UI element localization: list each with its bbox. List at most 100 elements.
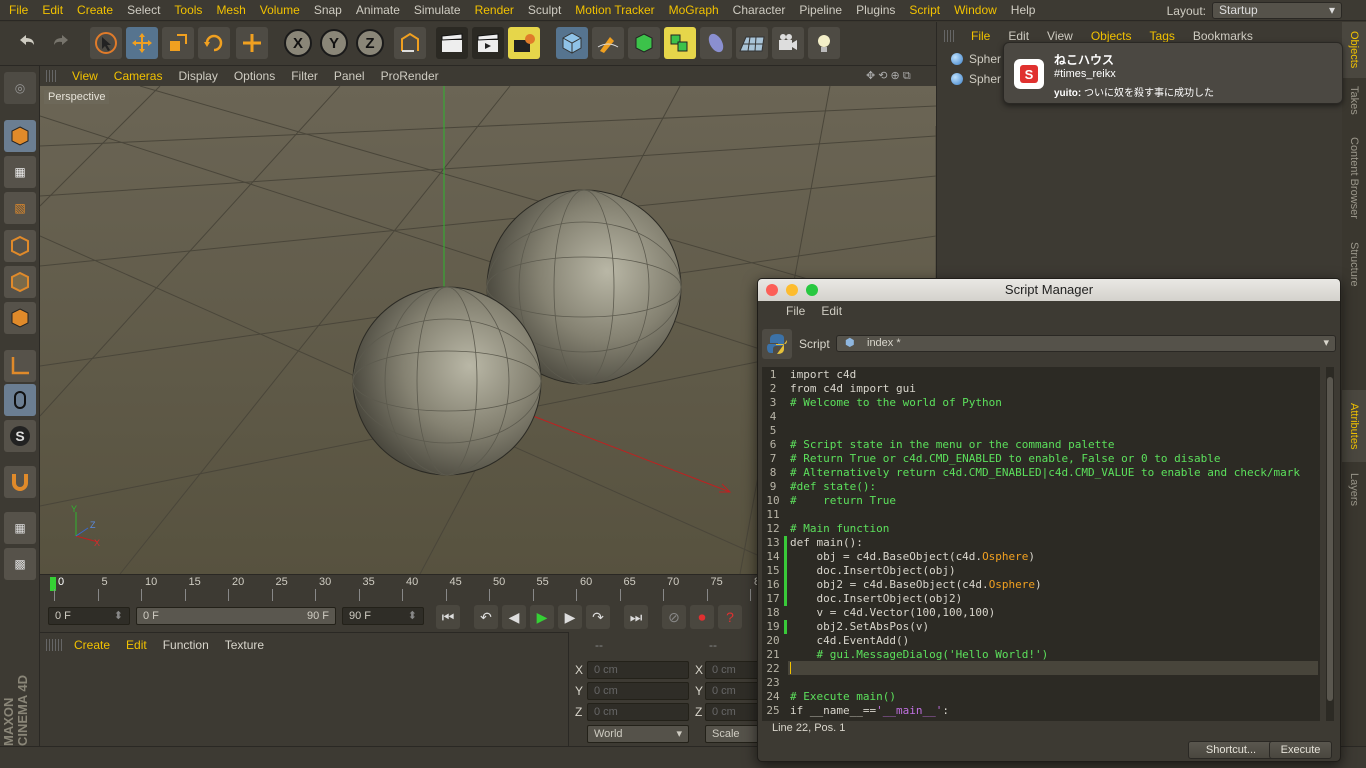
current-frame-field[interactable]: 0 F ⬍ <box>48 607 130 625</box>
prev-key-button[interactable]: ↶ <box>474 605 498 629</box>
timeline-ruler[interactable]: 05101520253035404550556065707580 <box>40 574 766 602</box>
polygons-mode-button[interactable] <box>4 302 36 334</box>
material-menu-texture[interactable]: Texture <box>217 638 272 652</box>
texture-mode-button[interactable]: ▦ <box>4 156 36 188</box>
objects-menu-tags[interactable]: Tags <box>1141 29 1184 43</box>
execute-button[interactable]: Execute <box>1269 741 1332 759</box>
undo-button[interactable] <box>10 27 42 59</box>
layout-select[interactable]: Startup ▾ <box>1212 2 1342 19</box>
goto-end-button[interactable]: ⏭ <box>624 605 648 629</box>
menu-script[interactable]: Script <box>902 0 947 21</box>
scrollbar-thumb[interactable] <box>1327 377 1333 701</box>
material-menu-function[interactable]: Function <box>155 638 217 652</box>
viewport-menu-prorender[interactable]: ProRender <box>373 69 447 83</box>
menu-render[interactable]: Render <box>468 0 521 21</box>
redo-button[interactable] <box>46 27 78 59</box>
script-manager-titlebar[interactable]: Script Manager <box>758 279 1340 301</box>
coord-system-select[interactable]: World ▾ <box>587 725 689 743</box>
render-picture-viewer-button[interactable] <box>472 27 504 59</box>
workplane-mode-button[interactable]: ▧ <box>4 192 36 224</box>
play-button[interactable]: ▶ <box>530 605 554 629</box>
coord-mode-select[interactable]: Scale <box>705 725 761 743</box>
workplane-align-button[interactable]: ▩ <box>4 548 36 580</box>
edges-mode-button[interactable] <box>4 266 36 298</box>
code-scrollbar[interactable] <box>1326 367 1334 721</box>
menu-edit[interactable]: Edit <box>35 0 70 21</box>
axis-mode-button[interactable] <box>4 350 36 382</box>
next-frame-button[interactable]: ▶ <box>558 605 582 629</box>
frame-range-slider[interactable]: 0 F 90 F <box>136 607 336 625</box>
make-editable-button[interactable]: ◎ <box>4 72 36 104</box>
goto-start-button[interactable]: ⏮ <box>436 605 460 629</box>
side-tab-objects[interactable]: Objects <box>1342 22 1366 78</box>
menu-window[interactable]: Window <box>947 0 1004 21</box>
menu-pipeline[interactable]: Pipeline <box>792 0 849 21</box>
menu-tools[interactable]: Tools <box>167 0 209 21</box>
keyframe-selection-button[interactable]: ? <box>718 605 742 629</box>
y-axis-button[interactable]: Y <box>320 29 348 57</box>
snap-button[interactable] <box>4 466 36 498</box>
cube-object-button[interactable] <box>556 27 588 59</box>
autokey-button[interactable]: ⏺ <box>690 605 714 629</box>
coord-position-field[interactable]: 0 cm <box>587 682 689 700</box>
object-row[interactable]: Spher <box>951 52 1001 66</box>
close-window-button[interactable] <box>766 284 778 296</box>
objects-menu-view[interactable]: View <box>1038 29 1082 43</box>
end-frame-field[interactable]: 90 F ⬍ <box>342 607 424 625</box>
viewport-menu-cameras[interactable]: Cameras <box>106 69 171 83</box>
coord-size-field[interactable]: 0 cm <box>705 682 761 700</box>
menu-help[interactable]: Help <box>1004 0 1043 21</box>
side-tab-takes[interactable]: Takes <box>1342 80 1366 120</box>
transform-tool-button[interactable] <box>236 27 268 59</box>
objects-menu-edit[interactable]: Edit <box>999 29 1038 43</box>
solo-button[interactable]: S <box>4 420 36 452</box>
side-tab-structure[interactable]: Structure <box>1342 236 1366 292</box>
workplane-lock-button[interactable]: ▦ <box>4 512 36 544</box>
move-tool-button[interactable] <box>126 27 158 59</box>
render-view-button[interactable] <box>436 27 468 59</box>
objects-menu-objects[interactable]: Objects <box>1082 29 1141 43</box>
script-menu-edit[interactable]: Edit <box>813 304 850 318</box>
prev-frame-button[interactable]: ◀ <box>502 605 526 629</box>
coordinate-system-button[interactable] <box>394 27 426 59</box>
deformer-button[interactable] <box>700 27 732 59</box>
material-menu-create[interactable]: Create <box>66 638 118 652</box>
select-tool-button[interactable] <box>90 27 122 59</box>
slack-notification[interactable]: S ねこハウス #times_reikx yuito: ついに奴を殺す事に成功し… <box>1003 42 1343 104</box>
menu-file[interactable]: File <box>2 0 35 21</box>
menu-mograph[interactable]: MoGraph <box>662 0 726 21</box>
menu-sculpt[interactable]: Sculpt <box>521 0 568 21</box>
object-row[interactable]: Spher <box>951 72 1001 86</box>
coord-size-field[interactable]: 0 cm <box>705 703 761 721</box>
menu-plugins[interactable]: Plugins <box>849 0 902 21</box>
code-editor[interactable]: 1 import c4d 2 from c4d import gui 3 # Welcom… <box>762 367 1320 721</box>
menu-simulate[interactable]: Simulate <box>407 0 468 21</box>
viewport-menu-display[interactable]: Display <box>170 69 225 83</box>
coord-position-field[interactable]: 0 cm <box>587 703 689 721</box>
viewport-nav-icons[interactable]: ✥ ⟲ ⊕ ⧉ <box>866 69 911 83</box>
viewport-menu-panel[interactable]: Panel <box>326 69 373 83</box>
camera-button[interactable] <box>772 27 804 59</box>
cloner-button[interactable] <box>664 27 696 59</box>
objects-menu-bookmarks[interactable]: Bookmarks <box>1184 29 1262 43</box>
viewport-menu-view[interactable]: View <box>64 69 106 83</box>
material-menu-edit[interactable]: Edit <box>118 638 155 652</box>
menu-motion-tracker[interactable]: Motion Tracker <box>568 0 661 21</box>
objects-menu-file[interactable]: File <box>962 29 999 43</box>
menu-create[interactable]: Create <box>70 0 120 21</box>
script-select[interactable]: ⬢ index * ▾ <box>836 335 1336 352</box>
menu-volume[interactable]: Volume <box>253 0 307 21</box>
menu-animate[interactable]: Animate <box>349 0 407 21</box>
record-keys-button[interactable]: ⊘ <box>662 605 686 629</box>
z-axis-button[interactable]: Z <box>356 29 384 57</box>
menu-character[interactable]: Character <box>726 0 793 21</box>
render-settings-button[interactable] <box>508 27 540 59</box>
light-button[interactable] <box>808 27 840 59</box>
points-mode-button[interactable] <box>4 230 36 262</box>
pen-spline-button[interactable] <box>592 27 624 59</box>
rotate-tool-button[interactable] <box>198 27 230 59</box>
viewport-menu-options[interactable]: Options <box>226 69 283 83</box>
script-menu-file[interactable]: File <box>778 304 813 318</box>
minimize-window-button[interactable] <box>786 284 798 296</box>
subdivision-button[interactable] <box>628 27 660 59</box>
